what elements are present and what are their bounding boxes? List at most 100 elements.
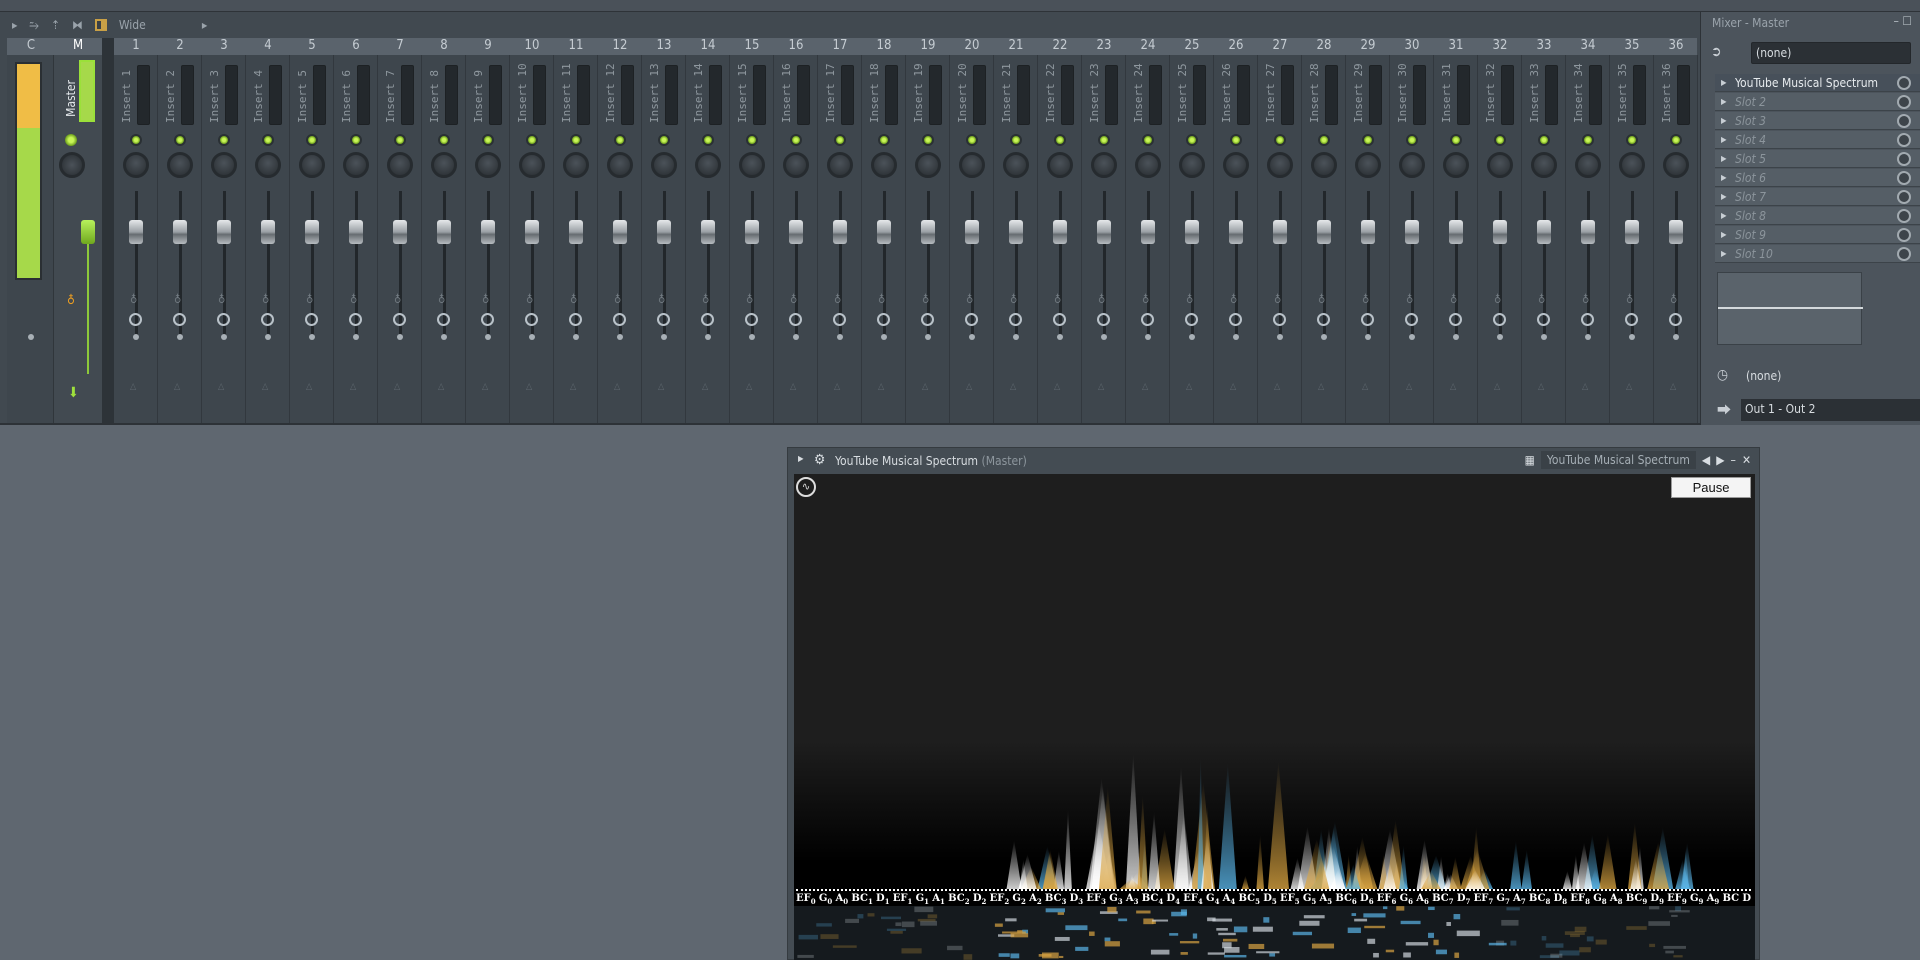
volume-fader[interactable] [965,220,979,244]
enable-led[interactable] [1406,134,1418,146]
dot-icon[interactable] [1189,334,1195,340]
slot-arrow-icon[interactable]: ▶ [1721,150,1727,168]
pan-knob[interactable] [783,152,809,178]
dot-icon[interactable] [397,334,403,340]
send-icon[interactable]: ♁ [1494,293,1501,306]
output-select[interactable]: Out 1 - Out 2 [1741,399,1920,421]
volume-fader[interactable] [921,220,935,244]
clock-icon[interactable] [1625,313,1638,326]
route-arrow-icon[interactable]: △ [174,382,180,392]
insert-track[interactable]: Insert 26 ♁ △ [1214,55,1258,423]
pan-knob[interactable] [827,152,853,178]
dot-icon[interactable] [353,334,359,340]
current-track[interactable] [7,55,54,423]
effect-slot[interactable]: ▶ Slot 5 [1715,150,1920,168]
dot-icon[interactable] [1497,334,1503,340]
route-arrow-icon[interactable]: △ [1274,382,1280,392]
send-icon[interactable]: ♁ [1230,293,1237,306]
clock-icon[interactable] [1097,313,1110,326]
slot-mix-knob[interactable] [1897,209,1911,223]
dot-icon[interactable] [1585,334,1591,340]
volume-fader[interactable] [217,220,231,244]
slot-arrow-icon[interactable]: ▶ [1721,245,1727,263]
dot-icon[interactable] [1673,334,1679,340]
slot-arrow-icon[interactable]: ▶ [1721,74,1727,92]
enable-led[interactable] [790,134,802,146]
volume-fader[interactable] [173,220,187,244]
insert-track[interactable]: Insert 23 ♁ △ [1082,55,1126,423]
send-icon[interactable]: ♁ [570,293,577,306]
send-icon[interactable]: ♁ [306,293,313,306]
dot-icon[interactable] [265,334,271,340]
insert-track[interactable]: Insert 4 ♁ △ [246,55,290,423]
route-arrow-icon[interactable]: △ [702,382,708,392]
plugin-titlebar[interactable]: ▶ ⚙ YouTube Musical Spectrum (Master) ▦ … [788,448,1759,474]
send-icon[interactable]: ♁ [1538,293,1545,306]
dot-icon[interactable] [925,334,931,340]
enable-led[interactable] [878,134,890,146]
send-icon[interactable]: ♁ [1406,293,1413,306]
slot-arrow-icon[interactable]: ▶ [1721,188,1727,206]
pan-knob[interactable] [1223,152,1249,178]
route-arrow-icon[interactable]: △ [526,382,532,392]
pan-knob[interactable] [1047,152,1073,178]
enable-led[interactable] [922,134,934,146]
dot-icon[interactable] [1541,334,1547,340]
pan-knob[interactable] [915,152,941,178]
slot-arrow-icon[interactable]: ▶ [1721,169,1727,187]
pan-knob[interactable] [1443,152,1469,178]
volume-fader[interactable] [1097,220,1111,244]
enable-led[interactable] [1054,134,1066,146]
enable-led[interactable] [1494,134,1506,146]
dot-icon[interactable] [1013,334,1019,340]
insert-track[interactable]: Insert 8 ♁ △ [422,55,466,423]
route-arrow-icon[interactable]: △ [482,382,488,392]
route-arrow-icon[interactable]: △ [1406,382,1412,392]
clock-icon[interactable] [1185,313,1198,326]
pan-knob[interactable] [387,152,413,178]
pan-knob[interactable] [1179,152,1205,178]
insert-track[interactable]: Insert 9 ♁ △ [466,55,510,423]
clock-icon[interactable] [1053,313,1066,326]
insert-track[interactable]: Insert 32 ♁ △ [1478,55,1522,423]
enable-led[interactable] [306,134,318,146]
send-icon[interactable]: ♁ [966,293,973,306]
clock-icon[interactable] [1361,313,1374,326]
slot-mix-knob[interactable] [1897,95,1911,109]
insert-track[interactable]: Insert 16 ♁ △ [774,55,818,423]
send-icon[interactable]: ♁ [878,293,885,306]
pan-knob[interactable] [1267,152,1293,178]
eq-preset-select[interactable]: (none) [1751,42,1911,64]
volume-fader[interactable] [1273,220,1287,244]
expand-arrow-icon[interactable]: ▸ [202,18,207,32]
slot-mix-knob[interactable] [1897,228,1911,242]
pan-knob[interactable] [1663,152,1689,178]
slot-mix-knob[interactable] [1897,133,1911,147]
dot-icon[interactable] [1409,334,1415,340]
effect-slot[interactable]: ▶ Slot 2 [1715,93,1920,111]
enable-led[interactable] [350,134,362,146]
dot-icon[interactable] [881,334,887,340]
route-arrow-icon[interactable]: △ [1626,382,1632,392]
enable-led[interactable] [1670,134,1682,146]
clock-icon[interactable] [921,313,934,326]
send-icon[interactable]: ♁ [482,293,489,306]
dot-icon[interactable] [1277,334,1283,340]
insert-track[interactable]: Insert 24 ♁ △ [1126,55,1170,423]
dot-icon[interactable] [1365,334,1371,340]
clock-icon[interactable] [393,313,406,326]
clock-icon[interactable] [1229,313,1242,326]
clock-icon[interactable] [129,313,142,326]
pan-knob[interactable] [211,152,237,178]
dot-icon[interactable] [485,334,491,340]
insert-track[interactable]: Insert 21 ♁ △ [994,55,1038,423]
pan-knob[interactable] [695,152,721,178]
clock-icon[interactable] [437,313,450,326]
effect-slot[interactable]: ▶ Slot 10 [1715,245,1920,263]
sidechain-select[interactable]: (none) [1746,369,1781,383]
insert-track[interactable]: Insert 12 ♁ △ [598,55,642,423]
pan-knob[interactable] [1575,152,1601,178]
route-arrow-icon[interactable]: △ [1494,382,1500,392]
enable-led[interactable] [1098,134,1110,146]
enable-led[interactable] [1626,134,1638,146]
